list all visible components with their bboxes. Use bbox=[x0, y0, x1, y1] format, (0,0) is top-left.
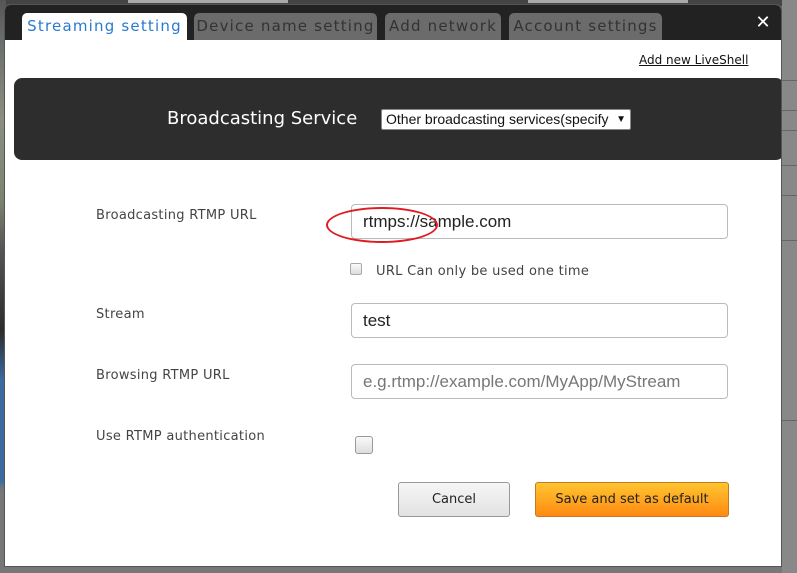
rtmp-auth-checkbox[interactable] bbox=[355, 436, 373, 454]
stream-label: Stream bbox=[96, 307, 145, 322]
one-time-url-label: URL Can only be used one time bbox=[376, 264, 590, 279]
background-bar bbox=[528, 0, 688, 3]
rtmp-url-input[interactable]: rtmps://sample.com bbox=[351, 204, 728, 239]
add-new-liveshell-link[interactable]: Add new LiveShell bbox=[639, 53, 748, 67]
tab-device-name-setting[interactable]: Device name setting bbox=[194, 13, 377, 40]
tab-add-network[interactable]: Add network bbox=[385, 13, 501, 40]
cancel-button[interactable]: Cancel bbox=[398, 482, 510, 517]
tab-account-settings[interactable]: Account settings bbox=[509, 13, 662, 40]
tab-bar: Streaming setting Device name setting Ad… bbox=[5, 5, 781, 40]
broadcasting-service-panel: Broadcasting Service Other broadcasting … bbox=[14, 78, 781, 160]
background-bar bbox=[128, 0, 288, 3]
close-icon[interactable]: ✕ bbox=[751, 11, 775, 35]
save-default-button[interactable]: Save and set as default bbox=[535, 482, 729, 517]
browsing-url-label: Browsing RTMP URL bbox=[96, 368, 230, 383]
one-time-url-checkbox[interactable] bbox=[350, 263, 362, 275]
rtmp-auth-label: Use RTMP authentication bbox=[96, 429, 266, 444]
streaming-settings-dialog: Streaming setting Device name setting Ad… bbox=[4, 4, 782, 567]
broadcasting-service-select[interactable]: Other broadcasting services(specify ▼ bbox=[381, 109, 631, 130]
background-page-right bbox=[782, 0, 797, 573]
tab-streaming-setting[interactable]: Streaming setting bbox=[22, 13, 187, 40]
broadcasting-service-label: Broadcasting Service bbox=[167, 108, 358, 129]
dropdown-arrow-icon: ▼ bbox=[614, 110, 626, 129]
browsing-url-input[interactable]: e.g.rtmp://example.com/MyApp/MyStream bbox=[351, 364, 728, 399]
selected-service: Other broadcasting services(specify bbox=[386, 111, 609, 127]
rtmp-url-label: Broadcasting RTMP URL bbox=[96, 208, 257, 223]
stream-input[interactable]: test bbox=[351, 303, 728, 338]
